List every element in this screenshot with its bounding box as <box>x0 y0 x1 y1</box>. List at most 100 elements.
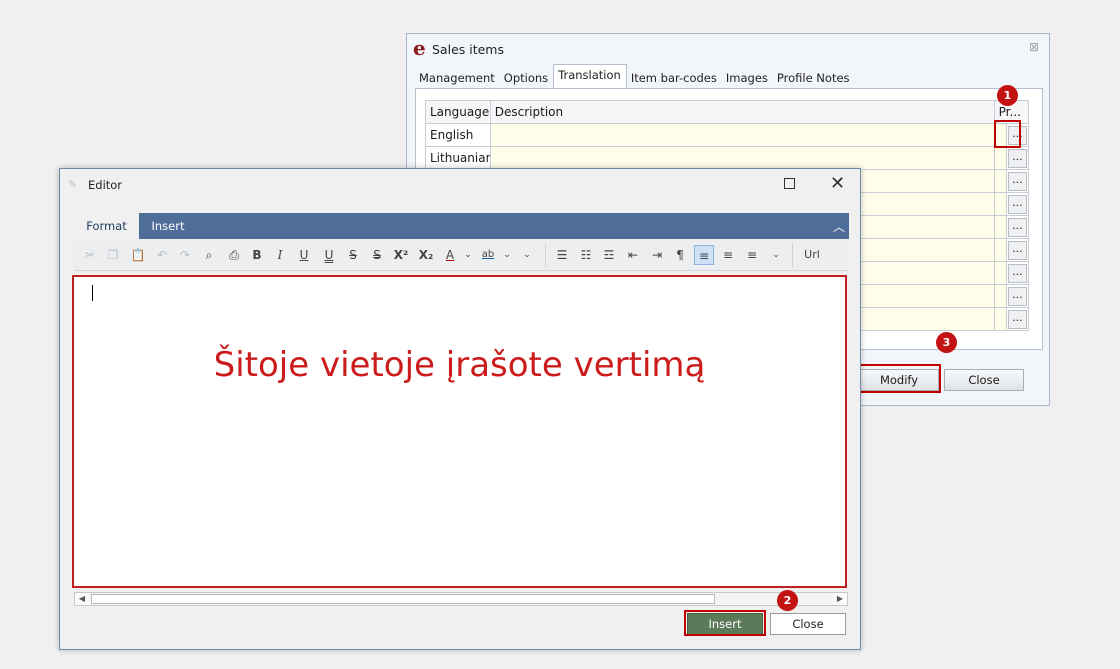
close-icon[interactable]: ⊠ <box>1029 40 1039 54</box>
scroll-left-icon[interactable]: ◀ <box>75 593 89 605</box>
bullet-list-icon[interactable]: ☰ <box>552 245 572 265</box>
close-icon[interactable]: ✕ <box>830 173 845 194</box>
editor-app-icon: ✎ <box>68 178 78 191</box>
profile-cell[interactable] <box>993 307 1007 331</box>
row-button-cell: ... <box>1005 261 1030 285</box>
highlight-row-button <box>994 120 1021 148</box>
paste-icon[interactable]: 📋 <box>128 245 148 265</box>
scroll-thumb[interactable] <box>91 594 715 604</box>
multilevel-list-icon[interactable]: ☲ <box>599 245 619 265</box>
numbered-list-icon[interactable]: ☷ <box>576 245 596 265</box>
row-button-cell: ... <box>1005 192 1030 216</box>
profile-cell[interactable] <box>993 215 1007 239</box>
superscript-icon[interactable]: X² <box>391 245 411 265</box>
copy-icon[interactable]: ❐ <box>103 245 123 265</box>
horizontal-scrollbar[interactable]: ◀ ▶ <box>74 592 848 606</box>
row-button-cell: ... <box>1005 146 1030 170</box>
tab-images[interactable]: Images <box>722 66 773 88</box>
translation-hint-annotation: Šitoje vietoje įrašote vertimą <box>213 345 706 385</box>
toolbar-separator <box>792 243 793 267</box>
redo-icon[interactable]: ↷ <box>175 245 195 265</box>
profile-cell[interactable] <box>993 238 1007 262</box>
app-logo-icon: e <box>413 36 426 60</box>
double-strikethrough-icon[interactable]: S <box>367 245 387 265</box>
column-header-language[interactable]: Language <box>425 100 491 124</box>
table-row[interactable]: English... <box>425 123 1030 147</box>
maximize-icon[interactable] <box>784 178 795 189</box>
step-marker-3: 3 <box>936 332 957 353</box>
highlight-color-icon[interactable]: ab <box>478 245 498 265</box>
profile-cell[interactable] <box>993 192 1007 216</box>
strikethrough-icon[interactable]: S <box>343 245 363 265</box>
scroll-right-icon[interactable]: ▶ <box>833 593 847 605</box>
bold-icon[interactable]: B <box>247 245 267 265</box>
chevron-down-icon[interactable]: ⌄ <box>766 245 786 265</box>
paragraph-mark-icon[interactable]: ¶ <box>670 245 690 265</box>
tab-options[interactable]: Options <box>500 66 553 88</box>
align-center-icon[interactable]: ≡ <box>718 245 738 265</box>
ribbon-tab-insert[interactable]: Insert <box>139 213 197 239</box>
highlight-insert-button <box>684 610 766 636</box>
table-row[interactable]: Lithuanian... <box>425 146 1030 170</box>
profile-cell[interactable] <box>993 261 1007 285</box>
toolbar-separator <box>545 243 546 267</box>
step-marker-2: 2 <box>777 590 798 611</box>
print-icon[interactable]: ⎙ <box>224 245 244 265</box>
ellipsis-button[interactable]: ... <box>1007 194 1027 214</box>
double-underline-icon[interactable]: U <box>319 245 339 265</box>
row-button-cell: ... <box>1005 215 1030 239</box>
underline-icon[interactable]: U <box>294 245 314 265</box>
find-icon[interactable]: ⌕ <box>199 245 219 265</box>
window-title: Sales items <box>432 42 504 57</box>
language-cell[interactable]: English <box>425 123 491 147</box>
column-header-description[interactable]: Description <box>489 100 995 124</box>
format-toolbar: ✂ ❐ 📋 ↶ ↷ ⌕ ⎙ B I U U S S X² X₂ A ⌄ ab ⌄… <box>74 239 849 271</box>
language-cell[interactable]: Lithuanian <box>425 146 491 170</box>
tab-bar: Management Options Translation Item bar-… <box>415 64 855 88</box>
italic-icon[interactable]: I <box>270 245 290 265</box>
row-button-cell: ... <box>1005 169 1030 193</box>
tab-item-bar-codes[interactable]: Item bar-codes <box>627 66 722 88</box>
editor-window: ✎ Editor ✕ Format Insert ︿ ✂ ❐ 📋 ↶ ↷ ⌕ ⎙… <box>59 168 861 650</box>
cut-icon[interactable]: ✂ <box>80 245 100 265</box>
ribbon-tab-bar: Format Insert ︿ <box>74 213 849 239</box>
row-button-cell: ... <box>1005 284 1030 308</box>
tab-management[interactable]: Management <box>415 66 500 88</box>
description-cell[interactable] <box>489 123 995 147</box>
profile-cell[interactable] <box>993 169 1007 193</box>
ellipsis-button[interactable]: ... <box>1007 240 1027 260</box>
ellipsis-button[interactable]: ... <box>1007 263 1027 283</box>
row-button-cell: ... <box>1005 307 1030 331</box>
ellipsis-button[interactable]: ... <box>1007 309 1027 329</box>
description-cell[interactable] <box>489 146 995 170</box>
rich-text-editor[interactable]: Šitoje vietoje įrašote vertimą <box>72 275 847 588</box>
row-button-cell: ... <box>1005 238 1030 262</box>
chevron-down-icon[interactable]: ⌄ <box>458 245 478 265</box>
chevron-down-icon[interactable]: ⌄ <box>517 245 537 265</box>
text-caret <box>92 285 93 301</box>
ellipsis-button[interactable]: ... <box>1007 217 1027 237</box>
highlight-modify-button <box>857 364 941 393</box>
tab-profile-notes[interactable]: Profile Notes <box>773 66 855 88</box>
ellipsis-button[interactable]: ... <box>1007 286 1027 306</box>
font-color-icon[interactable]: A <box>440 245 460 265</box>
increase-indent-icon[interactable]: ⇥ <box>647 245 667 265</box>
undo-icon[interactable]: ↶ <box>152 245 172 265</box>
align-right-icon[interactable]: ≡ <box>742 245 762 265</box>
align-left-icon[interactable]: ≡ <box>694 245 714 265</box>
chevron-up-icon[interactable]: ︿ <box>833 218 845 235</box>
profile-cell[interactable] <box>993 284 1007 308</box>
subscript-icon[interactable]: X₂ <box>416 245 436 265</box>
ellipsis-button[interactable]: ... <box>1007 148 1027 168</box>
close-button[interactable]: Close <box>944 369 1024 391</box>
profile-cell[interactable] <box>993 146 1007 170</box>
chevron-down-icon[interactable]: ⌄ <box>497 245 517 265</box>
editor-title: Editor <box>88 178 123 192</box>
ribbon-tab-format[interactable]: Format <box>74 213 139 239</box>
step-marker-1: 1 <box>997 85 1018 106</box>
ellipsis-button[interactable]: ... <box>1007 171 1027 191</box>
url-button[interactable]: Url <box>798 245 826 265</box>
tab-translation[interactable]: Translation <box>553 64 627 88</box>
decrease-indent-icon[interactable]: ⇤ <box>623 245 643 265</box>
close-button[interactable]: Close <box>770 613 846 635</box>
